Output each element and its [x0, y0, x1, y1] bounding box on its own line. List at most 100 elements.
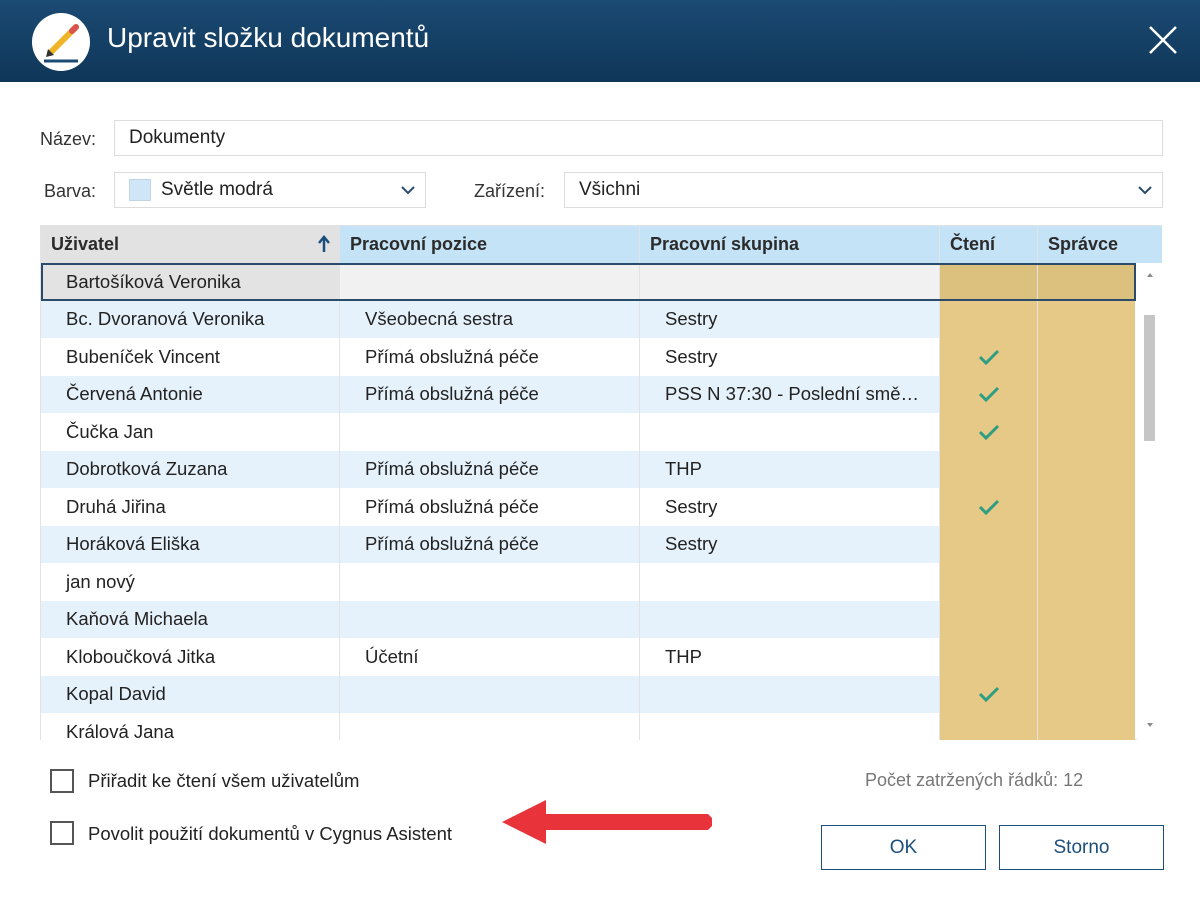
cell-admin[interactable]	[1038, 413, 1135, 451]
table-row[interactable]: Kaňová Michaela	[41, 600, 1136, 638]
cell-position	[340, 413, 640, 451]
cell-position-text: Účetní	[365, 645, 419, 667]
allow-assistant-checkbox[interactable]	[50, 821, 74, 845]
checked-rows-count: Počet zatržených řádků: 12	[865, 770, 1084, 790]
column-header-admin[interactable]: Správce	[1038, 226, 1135, 263]
cell-admin[interactable]	[1038, 600, 1135, 638]
cell-admin[interactable]	[1038, 338, 1135, 376]
table-row[interactable]: Kloboučková Jitka Účetní THP	[41, 638, 1136, 676]
cancel-button[interactable]: Storno	[999, 825, 1164, 870]
cell-admin[interactable]	[1038, 525, 1135, 563]
table-row[interactable]: jan nový	[41, 563, 1136, 601]
cell-user-text: Červená Antonie	[66, 383, 203, 405]
table-row[interactable]: Druhá Jiřina Přímá obslužná péče Sestry	[41, 488, 1136, 526]
column-header-read[interactable]: Čtení	[940, 226, 1038, 263]
column-header-group[interactable]: Pracovní skupina	[640, 226, 940, 263]
table-row[interactable]: Kopal David	[41, 675, 1136, 713]
cell-user: Bc. Dvoranová Veronika	[41, 300, 340, 338]
column-header-position[interactable]: Pracovní pozice	[340, 226, 640, 263]
cell-read[interactable]	[940, 713, 1038, 740]
cell-user-text: Kloboučková Jitka	[66, 645, 216, 667]
cell-read[interactable]	[940, 450, 1038, 488]
cell-read[interactable]	[940, 525, 1038, 563]
cell-admin[interactable]	[1038, 450, 1135, 488]
table-body: Bartošíková Veronika Bc. Dvoranová Veroni…	[41, 263, 1137, 740]
table-row[interactable]: Červená Antonie Přímá obslužná péče PSS N …	[41, 375, 1136, 413]
check-icon	[978, 687, 999, 703]
cell-read[interactable]	[940, 675, 1038, 713]
cell-position-text: Přímá obslužná péče	[365, 495, 539, 517]
cell-user: Červená Antonie	[41, 375, 340, 413]
cell-read[interactable]	[940, 563, 1038, 601]
table-row[interactable]: Bartošíková Veronika	[41, 263, 1136, 301]
cell-read[interactable]	[940, 488, 1038, 526]
cell-read[interactable]	[940, 638, 1038, 676]
cell-admin[interactable]	[1038, 563, 1135, 601]
header-filler	[1135, 226, 1162, 263]
scroll-down-icon[interactable]	[1145, 721, 1155, 729]
column-header-user[interactable]: Uživatel	[41, 226, 340, 263]
cell-read[interactable]	[940, 263, 1038, 301]
column-header-user-label: Uživatel	[51, 234, 120, 254]
cell-read[interactable]	[940, 600, 1038, 638]
cell-read[interactable]	[940, 413, 1038, 451]
cell-group: Sestry	[640, 338, 940, 376]
cell-user-text: Kopal David	[66, 683, 166, 705]
table-row[interactable]: Horáková Eliška Přímá obslužná péče Sestry	[41, 525, 1136, 563]
cell-user: Kloboučková Jitka	[41, 638, 340, 676]
cell-user-text: Dobrotková Zuzana	[66, 458, 228, 480]
column-header-read-label: Čtení	[950, 234, 995, 254]
cell-position: Přímá obslužná péče	[340, 375, 640, 413]
color-select[interactable]: Světle modrá	[114, 172, 426, 208]
cell-group-text: Sestry	[665, 345, 718, 367]
assign-read-all-checkbox[interactable]	[50, 769, 74, 793]
cell-user: Kopal David	[41, 675, 340, 713]
cell-user: Druhá Jiřina	[41, 488, 340, 526]
cell-position	[340, 675, 640, 713]
dialog-body: Název: Dokumenty Barva: Světle modrá Zař…	[0, 82, 1200, 900]
cell-position-text: Přímá obslužná péče	[365, 533, 539, 555]
cell-admin[interactable]	[1038, 675, 1135, 713]
vertical-scrollbar[interactable]	[1137, 263, 1162, 740]
cell-user: jan nový	[41, 563, 340, 601]
cell-admin[interactable]	[1038, 713, 1135, 740]
title-bar: Upravit složku dokumentů	[0, 0, 1200, 82]
cell-user: Bartošíková Veronika	[41, 263, 340, 301]
cell-position-text: Přímá obslužná péče	[365, 345, 539, 367]
cell-group	[640, 713, 940, 740]
cell-user-text: Druhá Jiřina	[66, 495, 166, 517]
cell-user-text: Kaňová Michaela	[66, 608, 208, 630]
cell-group: THP	[640, 450, 940, 488]
cell-admin[interactable]	[1038, 263, 1135, 301]
cell-position-text: Přímá obslužná péče	[365, 383, 539, 405]
cell-position	[340, 263, 640, 301]
cell-read[interactable]	[940, 300, 1038, 338]
cell-admin[interactable]	[1038, 488, 1135, 526]
column-header-position-label: Pracovní pozice	[350, 234, 488, 254]
cell-admin[interactable]	[1038, 638, 1135, 676]
scrollbar-thumb[interactable]	[1144, 315, 1155, 441]
close-icon[interactable]	[1145, 22, 1181, 58]
table-row[interactable]: Dobrotková Zuzana Přímá obslužná péče THP	[41, 450, 1136, 488]
cell-read[interactable]	[940, 338, 1038, 376]
table-row[interactable]: Bubeníček Vincent Přímá obslužná péče Sest…	[41, 338, 1136, 376]
check-icon	[978, 499, 999, 515]
cell-admin[interactable]	[1038, 300, 1135, 338]
cell-read[interactable]	[940, 375, 1038, 413]
column-header-admin-label: Správce	[1048, 234, 1119, 254]
table-row[interactable]: Bc. Dvoranová Veronika Všeobecná sestra Se…	[41, 300, 1136, 338]
table-row[interactable]: Čučka Jan	[41, 413, 1136, 451]
name-input[interactable]: Dokumenty	[114, 120, 1163, 156]
cell-admin[interactable]	[1038, 375, 1135, 413]
users-table: Uživatel Pracovní pozice Pracovní skupin…	[40, 225, 1162, 740]
check-icon	[978, 424, 999, 440]
cell-user: Horáková Eliška	[41, 525, 340, 563]
chevron-down-icon	[401, 186, 415, 195]
scroll-up-icon[interactable]	[1145, 271, 1155, 279]
ok-button[interactable]: OK	[821, 825, 986, 870]
device-select[interactable]: Všichni	[564, 172, 1163, 208]
cell-group: Sestry	[640, 488, 940, 526]
table-row[interactable]: Králová Jana	[41, 713, 1136, 740]
cell-position-text: Všeobecná sestra	[365, 308, 514, 330]
name-value: Dokumenty	[129, 127, 226, 148]
